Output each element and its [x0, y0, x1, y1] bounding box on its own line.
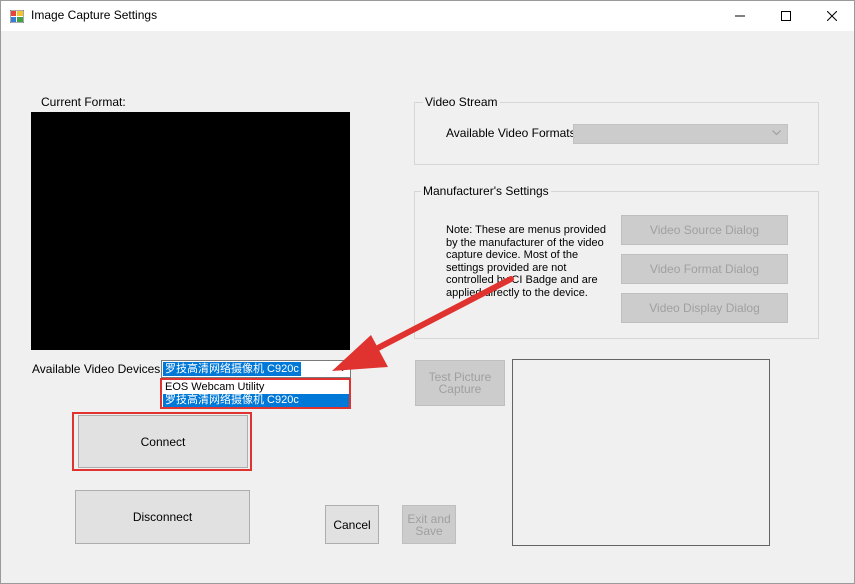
image-capture-window: Image Capture Settings Current Format: V… [0, 0, 855, 584]
annotation-arrow [332, 276, 514, 371]
